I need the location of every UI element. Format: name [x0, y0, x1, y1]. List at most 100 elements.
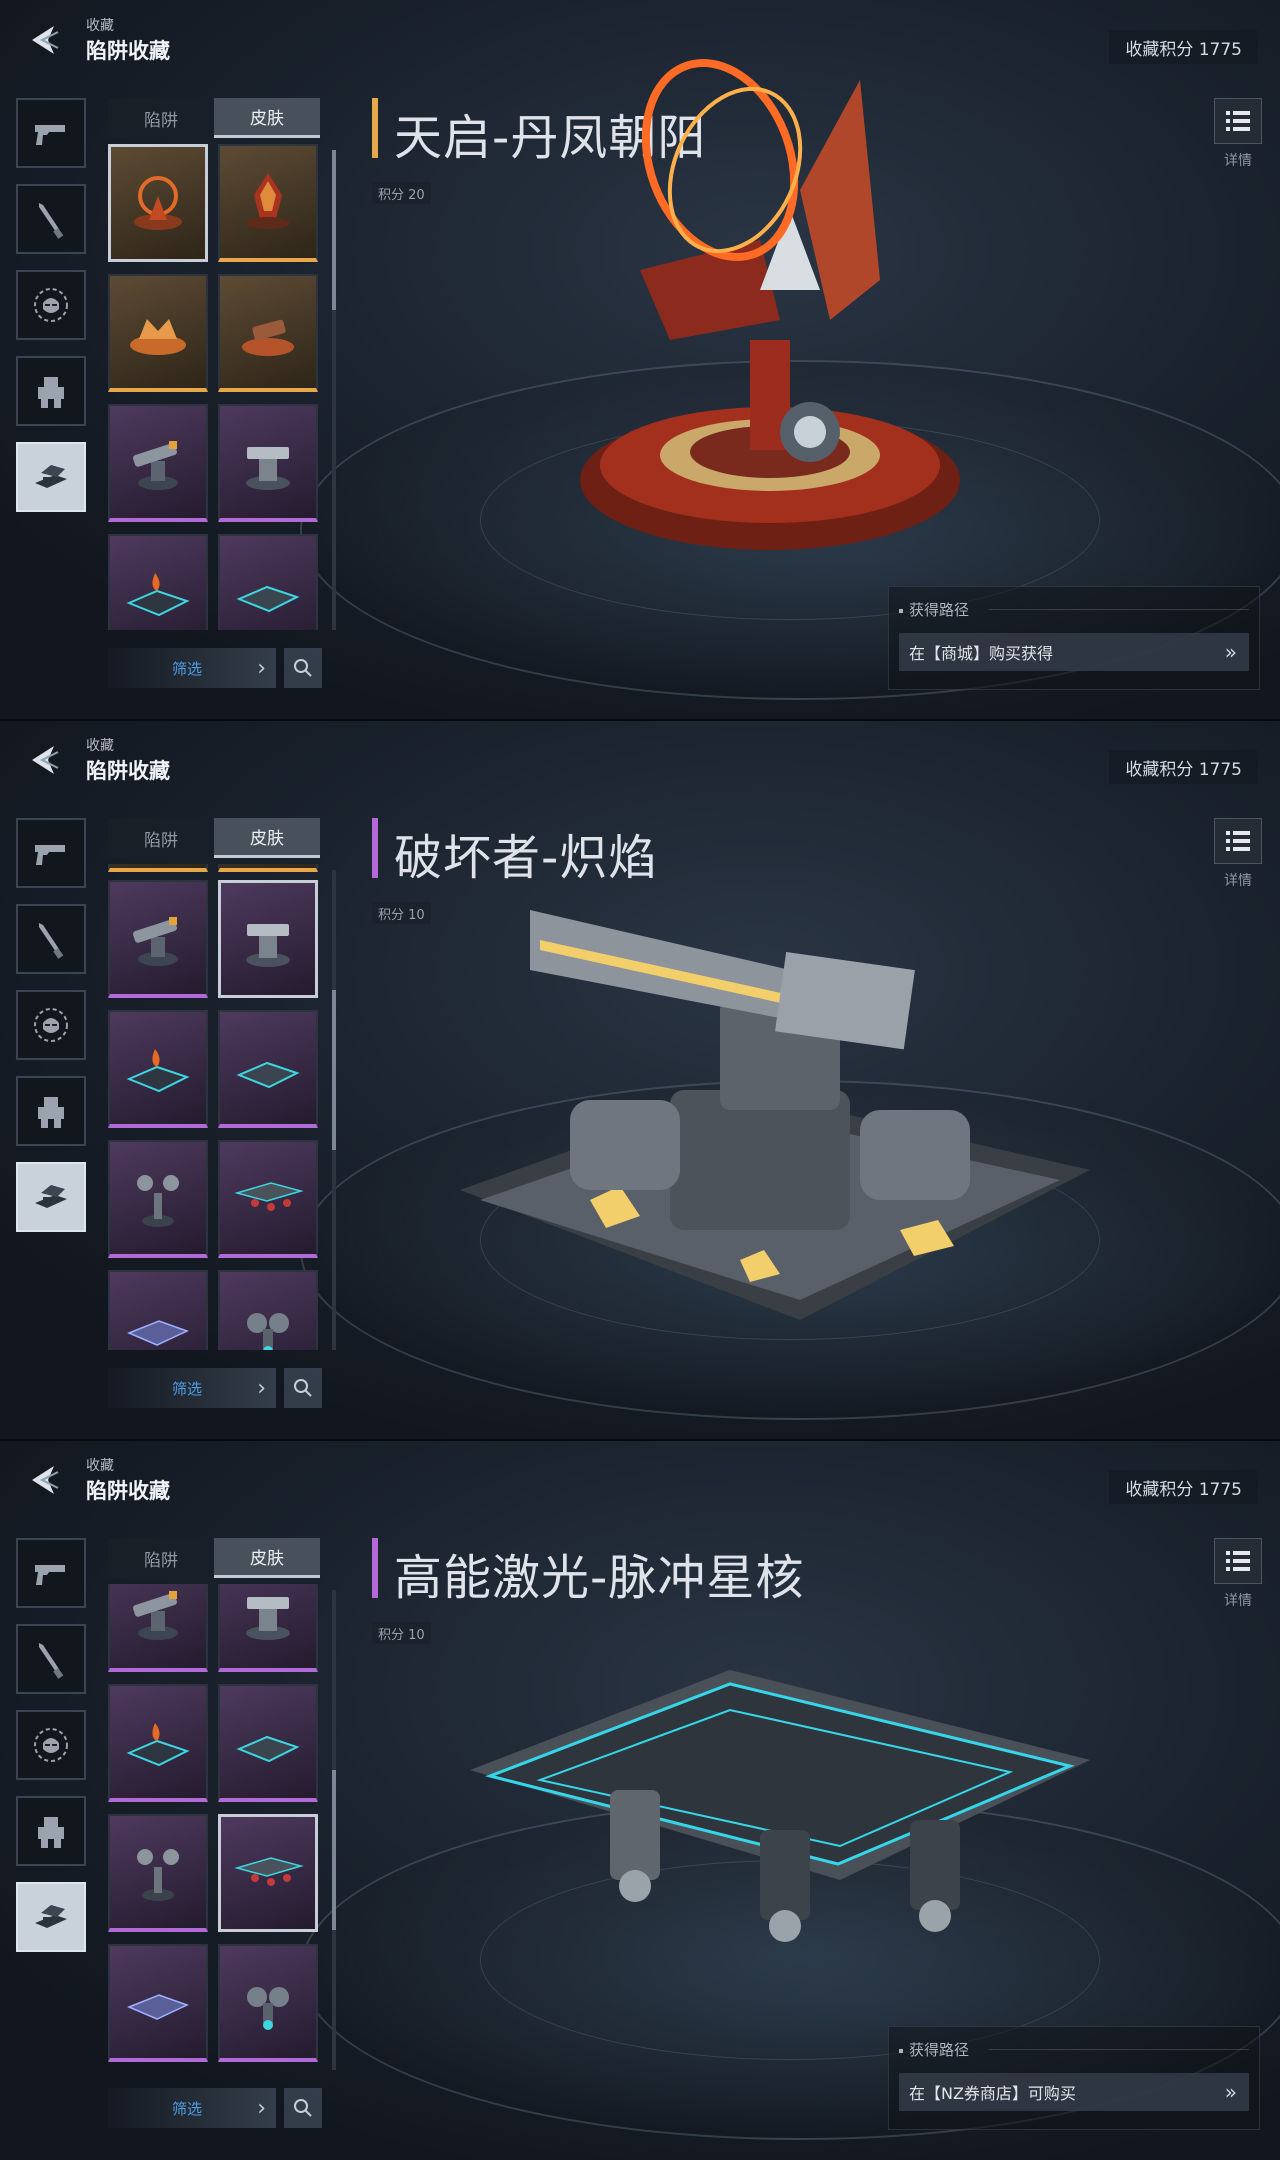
- mech-icon: [29, 1089, 73, 1133]
- acquisition-text: 在【商城】购买获得: [909, 644, 1054, 663]
- detail-button[interactable]: 详情: [1214, 98, 1262, 170]
- skin-tile[interactable]: [218, 1584, 318, 1672]
- tab-skin[interactable]: 皮肤: [214, 98, 320, 138]
- skin-points: 积分 10: [372, 1622, 431, 1644]
- category-trap[interactable]: [16, 442, 86, 512]
- tab-trap[interactable]: 陷阱: [108, 818, 214, 858]
- search-button[interactable]: [284, 1368, 322, 1408]
- collection-score: 收藏积分 1775: [1109, 1470, 1258, 1504]
- skin-tile[interactable]: [108, 880, 208, 998]
- skin-tile[interactable]: [218, 404, 318, 522]
- category-melee[interactable]: [16, 184, 86, 254]
- detail-button[interactable]: 详情: [1214, 1538, 1262, 1610]
- skin-tile[interactable]: [218, 864, 318, 872]
- back-button[interactable]: [18, 18, 70, 62]
- skin-tile[interactable]: [108, 864, 208, 872]
- skin-tile[interactable]: [218, 144, 318, 262]
- search-button[interactable]: [284, 2088, 322, 2128]
- search-icon: [294, 1379, 312, 1397]
- pistol-icon: [29, 831, 73, 875]
- category-character[interactable]: [16, 990, 86, 1060]
- search-button[interactable]: [284, 648, 322, 688]
- skin-tile[interactable]: [108, 1270, 208, 1350]
- skin-title: 破坏者-炽焰: [394, 830, 658, 886]
- skin-thumbnail-icon: [229, 423, 307, 501]
- page-title: 陷阱收藏: [86, 759, 170, 783]
- category-trap[interactable]: [16, 1162, 86, 1232]
- acquisition-heading: 获得路径: [899, 599, 969, 620]
- skin-tile[interactable]: [218, 1944, 318, 2062]
- skin-tile[interactable]: [108, 534, 208, 630]
- filter-button[interactable]: 筛选 ›: [108, 2088, 276, 2128]
- scrollbar-thumb[interactable]: [332, 150, 336, 310]
- skin-thumbnail-icon: [229, 1289, 307, 1350]
- tab-trap[interactable]: 陷阱: [108, 1538, 214, 1578]
- grid-scrollbar[interactable]: [332, 870, 336, 1350]
- scrollbar-thumb[interactable]: [332, 1770, 336, 1930]
- skin-tile[interactable]: [108, 404, 208, 522]
- skin-thumbnail-icon: [229, 293, 307, 371]
- skin-tile[interactable]: [108, 1814, 208, 1932]
- skin-tile[interactable]: [108, 1584, 208, 1672]
- double-chevron-icon: »: [1224, 640, 1237, 664]
- skin-thumbnail-icon: [229, 1834, 307, 1912]
- collection-score: 收藏积分 1775: [1109, 750, 1258, 784]
- acquisition-heading: 获得路径: [899, 2039, 969, 2060]
- skin-tile[interactable]: [108, 1684, 208, 1802]
- skin-points: 积分 10: [372, 902, 431, 924]
- back-button[interactable]: [18, 738, 70, 782]
- skin-tile[interactable]: [218, 1814, 318, 1932]
- skin-tile[interactable]: [218, 274, 318, 392]
- acquisition-row[interactable]: 在【商城】购买获得 »: [899, 633, 1249, 671]
- skin-thumbnail-icon: [119, 1703, 197, 1781]
- filter-button[interactable]: 筛选 ›: [108, 648, 276, 688]
- skin-thumbnail-icon: [119, 1159, 197, 1237]
- filter-button[interactable]: 筛选 ›: [108, 1368, 276, 1408]
- skin-tile[interactable]: [108, 1944, 208, 2062]
- pistol-icon: [29, 111, 73, 155]
- skin-thumbnail-icon: [119, 1963, 197, 2041]
- skin-tile[interactable]: [218, 880, 318, 998]
- skin-tile[interactable]: [218, 1010, 318, 1128]
- skin-tile[interactable]: [108, 1140, 208, 1258]
- acquisition-panel: 获得路径 在【NZ券商店】可购买 »: [888, 2026, 1260, 2130]
- tab-trap[interactable]: 陷阱: [108, 98, 214, 138]
- acquisition-divider: [989, 609, 1249, 610]
- trap-icon: [29, 1175, 73, 1219]
- scrollbar-thumb[interactable]: [332, 990, 336, 1150]
- skin-tile[interactable]: [108, 274, 208, 392]
- skin-tile[interactable]: [218, 534, 318, 630]
- skin-tile[interactable]: [108, 144, 208, 262]
- category-pistol[interactable]: [16, 1538, 86, 1608]
- skin-thumbnail-icon: [119, 1029, 197, 1107]
- category-pistol[interactable]: [16, 98, 86, 168]
- category-pistol[interactable]: [16, 818, 86, 888]
- tab-skin[interactable]: 皮肤: [214, 818, 320, 858]
- category-mech[interactable]: [16, 1076, 86, 1146]
- category-trap[interactable]: [16, 1882, 86, 1952]
- skin-grid: [108, 1584, 322, 2070]
- skin-thumbnail-icon: [119, 1584, 197, 1651]
- back-button[interactable]: [18, 1458, 70, 1502]
- skin-thumbnail-icon: [229, 1963, 307, 2041]
- skin-tile[interactable]: [218, 1684, 318, 1802]
- tab-skin[interactable]: 皮肤: [214, 1538, 320, 1578]
- category-mech[interactable]: [16, 1796, 86, 1866]
- panel-divider: [0, 719, 1280, 721]
- skin-tile[interactable]: [218, 1270, 318, 1350]
- detail-button[interactable]: 详情: [1214, 818, 1262, 890]
- acquisition-row[interactable]: 在【NZ券商店】可购买 »: [899, 2073, 1249, 2111]
- category-character[interactable]: [16, 270, 86, 340]
- breadcrumb-parent: 收藏: [86, 18, 114, 34]
- pistol-icon: [29, 1551, 73, 1595]
- skin-tile[interactable]: [218, 1140, 318, 1258]
- category-melee[interactable]: [16, 1624, 86, 1694]
- category-melee[interactable]: [16, 904, 86, 974]
- filter-label: 筛选: [172, 1379, 203, 1398]
- grid-scrollbar[interactable]: [332, 150, 336, 630]
- mech-icon: [29, 369, 73, 413]
- skin-tile[interactable]: [108, 1010, 208, 1128]
- category-mech[interactable]: [16, 356, 86, 426]
- grid-scrollbar[interactable]: [332, 1590, 336, 2070]
- category-character[interactable]: [16, 1710, 86, 1780]
